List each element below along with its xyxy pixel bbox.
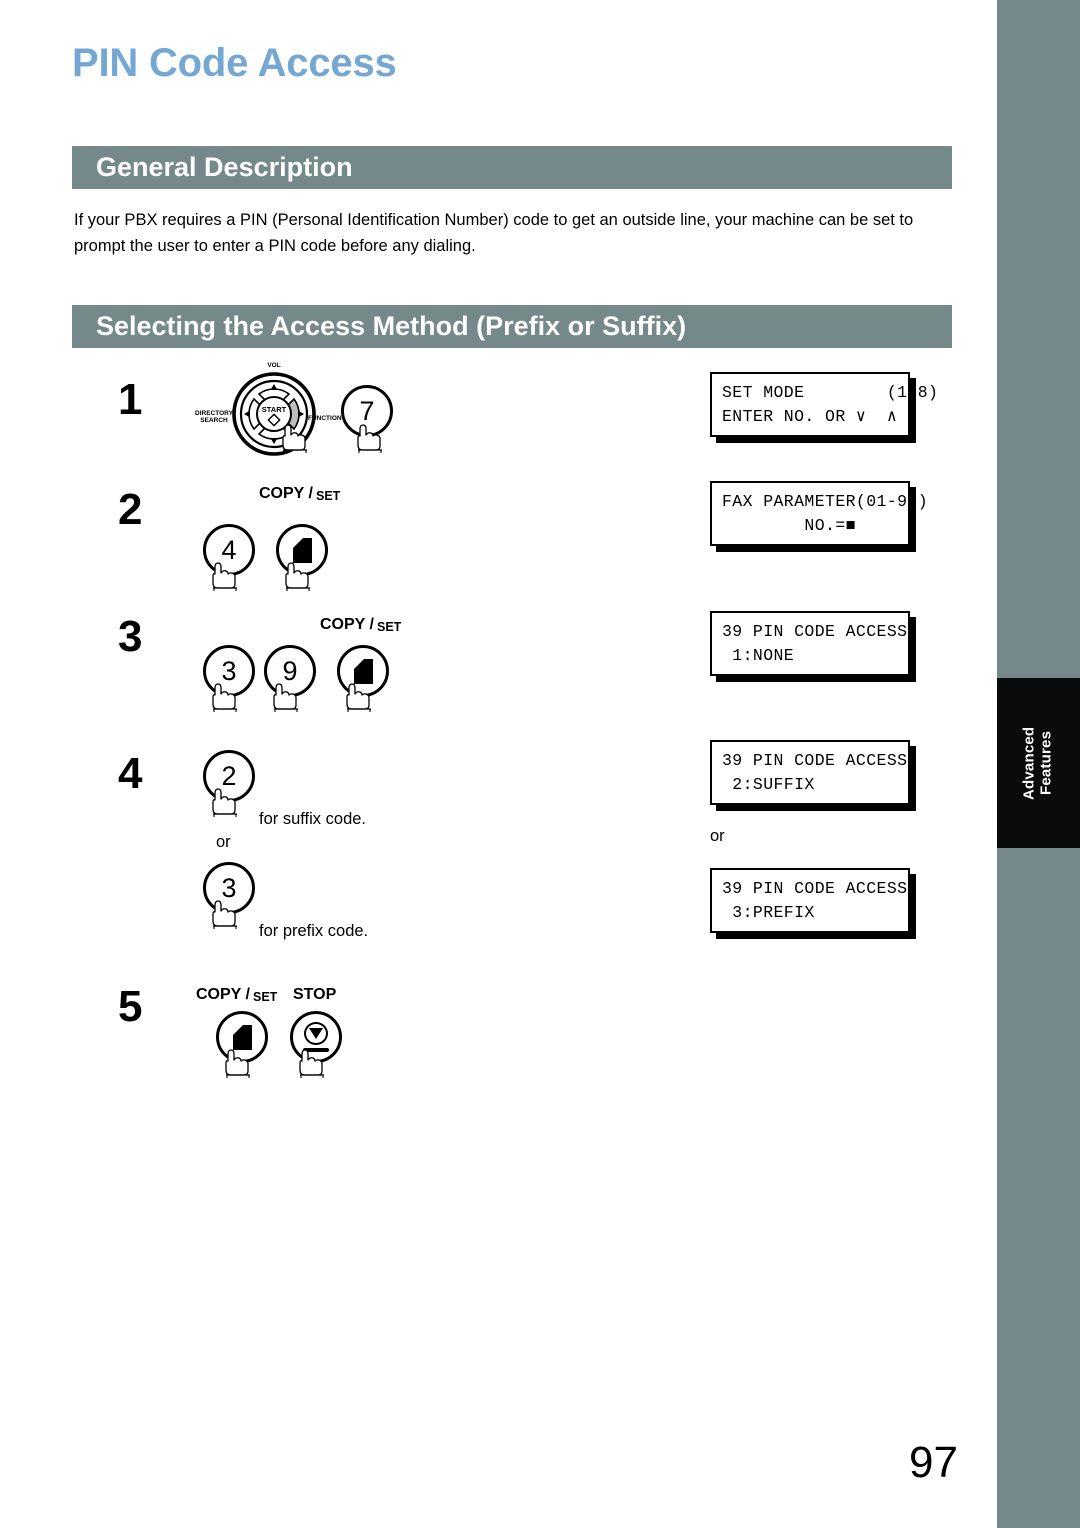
side-tab-advanced-features: Advanced Features (997, 678, 1080, 848)
key-4-label: 4 (221, 534, 237, 565)
copy-set-page-icon (292, 537, 312, 563)
pointing-hand-icon (294, 1049, 328, 1079)
lcd-line-1: 39 PIN CODE ACCESS (722, 751, 908, 770)
lcd-line-2: NO.=■ (722, 515, 856, 535)
lcd-line-2: ENTER NO. OR ∨ ∧ (722, 406, 898, 426)
section-header-selecting-access-method: Selecting the Access Method (Prefix or S… (72, 305, 952, 348)
pointing-hand-icon (220, 1049, 254, 1079)
note-for-prefix-code: for prefix code. (259, 922, 369, 940)
lcd-display-pin-none: 39 PIN CODE ACCESS 1:NONE (710, 611, 910, 676)
page-title: PIN Code Access (72, 41, 397, 85)
pointing-hand-icon (277, 424, 311, 454)
key-caption-set: SET (377, 620, 402, 634)
copy-set-page-icon (232, 1024, 252, 1050)
step-number-2: 2 (118, 485, 143, 534)
pointing-hand-icon (207, 788, 241, 818)
navwheel-label-directory-search: DIRECTORY SEARCH (195, 410, 233, 425)
lcd-line-1: SET MODE (1-8) (722, 383, 939, 402)
note-for-suffix-code: for suffix code. (259, 810, 367, 828)
pointing-hand-icon (207, 900, 241, 930)
lcd-display-pin-suffix: 39 PIN CODE ACCESS 2:SUFFIX (710, 740, 910, 805)
note-or-right: or (710, 827, 725, 845)
pointing-hand-icon (207, 562, 241, 592)
general-description-paragraph: If your PBX requires a PIN (Personal Ide… (74, 211, 914, 255)
key-9-label: 9 (282, 655, 298, 686)
key-caption-set: SET (253, 990, 278, 1004)
section-header-general-description: General Description (72, 146, 952, 189)
pointing-hand-icon (352, 424, 386, 454)
stop-icon (301, 1022, 331, 1052)
page-number: 97 (909, 1438, 958, 1487)
key-7-label: 7 (359, 395, 375, 426)
key-3-prefix-label: 3 (221, 872, 237, 903)
navwheel-label-vol: VOL (267, 362, 281, 369)
pointing-hand-icon (280, 562, 314, 592)
lcd-display-set-mode: SET MODE (1-8) ENTER NO. OR ∨ ∧ (710, 372, 939, 437)
key-caption-copy: COPY / (196, 986, 250, 1003)
note-or-left: or (216, 833, 231, 851)
key-caption-copy: COPY / (259, 485, 313, 502)
step-number-5: 5 (118, 982, 143, 1031)
lcd-line-1: 39 PIN CODE ACCESS (722, 622, 908, 641)
lcd-display-fax-parameter: FAX PARAMETER(01-99) NO.=■ (710, 481, 929, 546)
key-caption-set: SET (316, 489, 341, 503)
pointing-hand-icon (268, 683, 302, 713)
svg-text:START: START (262, 405, 287, 414)
copy-set-page-icon (353, 658, 373, 684)
lcd-line-2: 2:SUFFIX (722, 774, 815, 794)
key-caption-stop: STOP (293, 986, 337, 1003)
step-number-3: 3 (118, 612, 143, 661)
pointing-hand-icon (207, 683, 241, 713)
step-number-1: 1 (118, 375, 143, 424)
lcd-display-pin-prefix: 39 PIN CODE ACCESS 3:PREFIX (710, 868, 910, 933)
document-page: Advanced Features PIN Code Access Genera… (0, 0, 1080, 1528)
lcd-line-2: 3:PREFIX (722, 902, 815, 922)
side-tab-label: Advanced Features (1020, 726, 1055, 800)
key-caption-copy: COPY / (320, 616, 374, 633)
lcd-line-2: 1:NONE (722, 645, 795, 665)
pointing-hand-icon (341, 683, 375, 713)
lcd-line-1: FAX PARAMETER(01-99) (722, 492, 929, 511)
step-number-4: 4 (118, 749, 143, 798)
lcd-line-1: 39 PIN CODE ACCESS (722, 879, 908, 898)
key-2-label: 2 (221, 760, 237, 791)
key-3-label: 3 (221, 655, 237, 686)
